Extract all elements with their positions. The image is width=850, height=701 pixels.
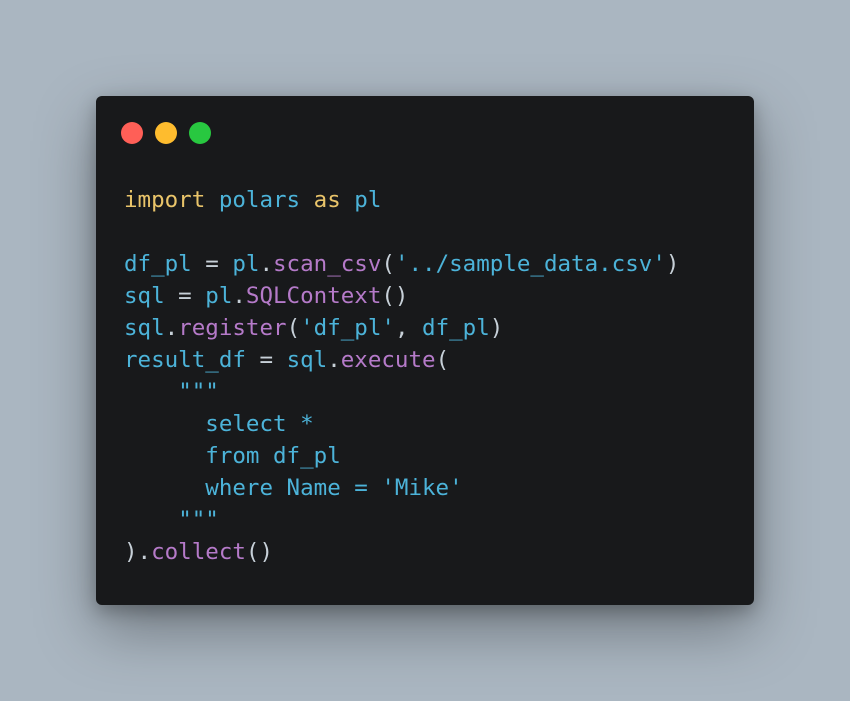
code-token: , <box>394 315 423 341</box>
code-line: sql.register('df_pl', df_pl) <box>124 312 679 344</box>
code-token: . <box>232 283 246 309</box>
code-line: where Name = 'Mike' <box>124 472 679 504</box>
code-token: df_pl <box>422 315 490 341</box>
code-token: register <box>178 315 287 341</box>
code-token: df_pl <box>124 251 192 277</box>
code-line: result_df = sql.execute( <box>124 344 679 376</box>
code-token: ( <box>286 315 301 341</box>
code-token: sql <box>286 347 328 373</box>
close-icon[interactable] <box>121 122 143 144</box>
code-line: df_pl = pl.scan_csv('../sample_data.csv'… <box>124 248 679 280</box>
code-line: sql = pl.SQLContext() <box>124 280 679 312</box>
code-token: ) <box>489 315 504 341</box>
code-token: = <box>245 347 287 373</box>
code-token: from df_pl <box>124 443 341 469</box>
code-token: SQLContext <box>245 283 382 309</box>
code-token: = <box>191 251 233 277</box>
code-token: """ <box>178 507 219 533</box>
code-token: sql <box>124 283 165 309</box>
code-token: select * <box>124 411 314 437</box>
code-token: () <box>245 539 274 565</box>
code-token: pl <box>232 251 260 277</box>
code-line: select * <box>124 408 679 440</box>
code-line: ).collect() <box>124 536 679 568</box>
code-line: """ <box>124 376 679 408</box>
code-token: scan_csv <box>273 251 382 277</box>
code-token: pl <box>205 283 233 309</box>
code-token: polars <box>218 187 301 213</box>
code-token: . <box>164 315 179 341</box>
code-token: where Name = 'Mike' <box>124 475 463 501</box>
code-line: """ <box>124 504 679 536</box>
code-window: import polars as pl df_pl = pl.scan_csv(… <box>96 96 754 605</box>
code-token: () <box>381 283 409 309</box>
code-token: """ <box>178 379 219 405</box>
code-token: ) <box>665 251 680 277</box>
code-line: import polars as pl <box>124 184 679 216</box>
code-token: '../sample_data.csv' <box>394 251 666 277</box>
minimize-icon[interactable] <box>155 122 177 144</box>
code-token: as <box>313 187 341 213</box>
code-token: . <box>327 347 341 373</box>
code-token: ( <box>381 251 395 277</box>
zoom-icon[interactable] <box>189 122 211 144</box>
code-token: collect <box>151 539 246 565</box>
code-token: result_df <box>124 347 246 373</box>
code-block: import polars as pl df_pl = pl.scan_csv(… <box>124 184 679 568</box>
code-token: import <box>124 187 206 213</box>
code-token: execute <box>340 347 436 373</box>
code-token: ( <box>435 347 450 373</box>
code-token: pl <box>354 187 382 213</box>
code-token: = <box>164 283 206 309</box>
code-token: 'df_pl' <box>300 315 395 341</box>
code-token: ). <box>124 539 152 565</box>
window-controls <box>121 122 211 144</box>
code-line: from df_pl <box>124 440 679 472</box>
code-token: sql <box>124 315 165 341</box>
code-token: . <box>259 251 274 277</box>
